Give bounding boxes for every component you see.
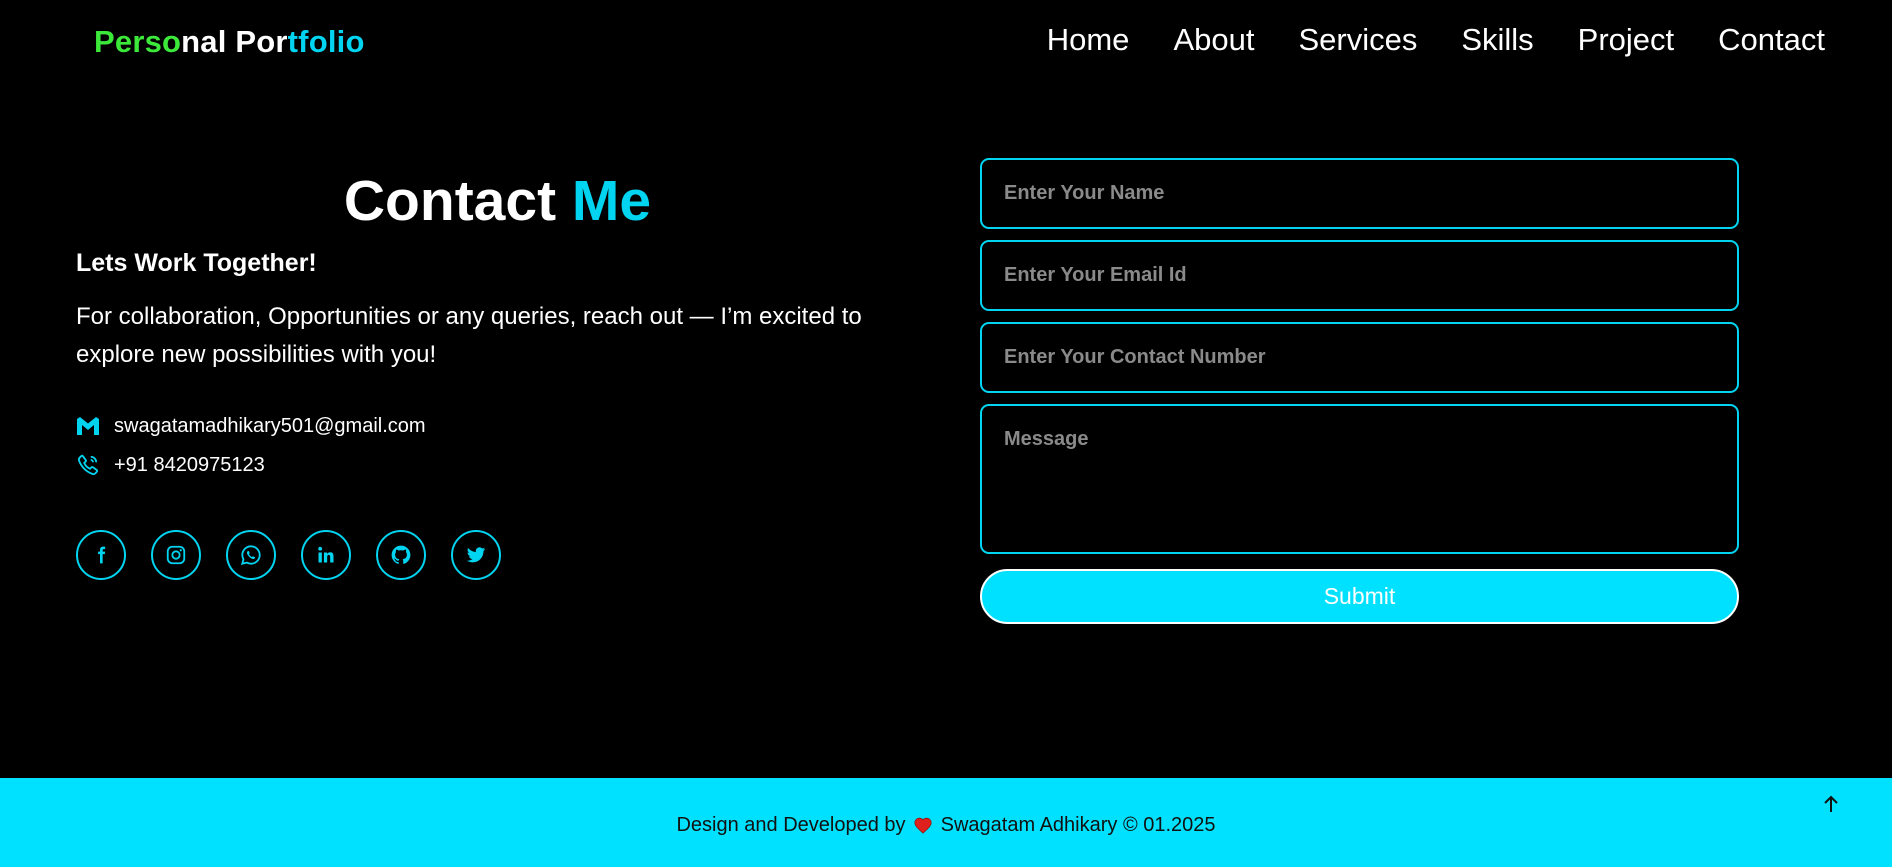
linkedin-icon[interactable] (301, 530, 351, 580)
message-input[interactable] (980, 404, 1739, 554)
navbar: Personal Portfolio Home About Services S… (0, 0, 1892, 84)
footer-suffix: Swagatam Adhikary © 01.2025 (940, 814, 1216, 836)
nav-link-project[interactable]: Project (1578, 22, 1674, 58)
whatsapp-icon[interactable] (226, 530, 276, 580)
heart-icon (913, 816, 933, 840)
brand-logo[interactable]: Personal Portfolio (94, 24, 365, 60)
nav-menu: Home About Services Skills Project Conta… (1047, 22, 1825, 58)
email-row: swagatamadhikary501@gmail.com (76, 414, 426, 438)
email-text[interactable]: swagatamadhikary501@gmail.com (114, 415, 426, 438)
social-links (76, 530, 501, 580)
contact-form: Submit (980, 158, 1739, 624)
contact-page: Personal Portfolio Home About Services S… (0, 0, 1892, 867)
footer-prefix: Design and Developed by (676, 814, 906, 836)
contact-number-input[interactable] (980, 322, 1739, 393)
phone-text[interactable]: +91 8420975123 (114, 454, 265, 477)
submit-button[interactable]: Submit (980, 569, 1739, 624)
nav-link-home[interactable]: Home (1047, 22, 1130, 58)
nav-link-services[interactable]: Services (1298, 22, 1417, 58)
brand-part-2: nal Por (181, 24, 288, 59)
arrow-up-icon[interactable] (1819, 792, 1843, 816)
phone-row: +91 8420975123 (76, 453, 265, 477)
footer-credit: Design and Developed by Swagatam Adhikar… (0, 814, 1892, 840)
twitter-icon[interactable] (451, 530, 501, 580)
gmail-icon (76, 414, 100, 438)
description: For collaboration, Opportunities or any … (76, 303, 862, 368)
nav-link-about[interactable]: About (1173, 22, 1254, 58)
title-main: Contact (343, 169, 557, 233)
instagram-icon[interactable] (151, 530, 201, 580)
brand-part-3: tfolio (287, 24, 365, 59)
footer: Design and Developed by Swagatam Adhikar… (0, 778, 1892, 867)
phone-icon (76, 453, 100, 477)
subtitle: Lets Work Together! (76, 249, 317, 277)
github-icon[interactable] (376, 530, 426, 580)
facebook-icon[interactable] (76, 530, 126, 580)
name-input[interactable] (980, 158, 1739, 229)
brand-part-1: Perso (94, 24, 182, 59)
email-input[interactable] (980, 240, 1739, 311)
nav-link-skills[interactable]: Skills (1461, 22, 1533, 58)
page-title: Contact Me (76, 168, 919, 234)
title-accent: Me (571, 169, 652, 233)
nav-link-contact[interactable]: Contact (1718, 22, 1825, 58)
